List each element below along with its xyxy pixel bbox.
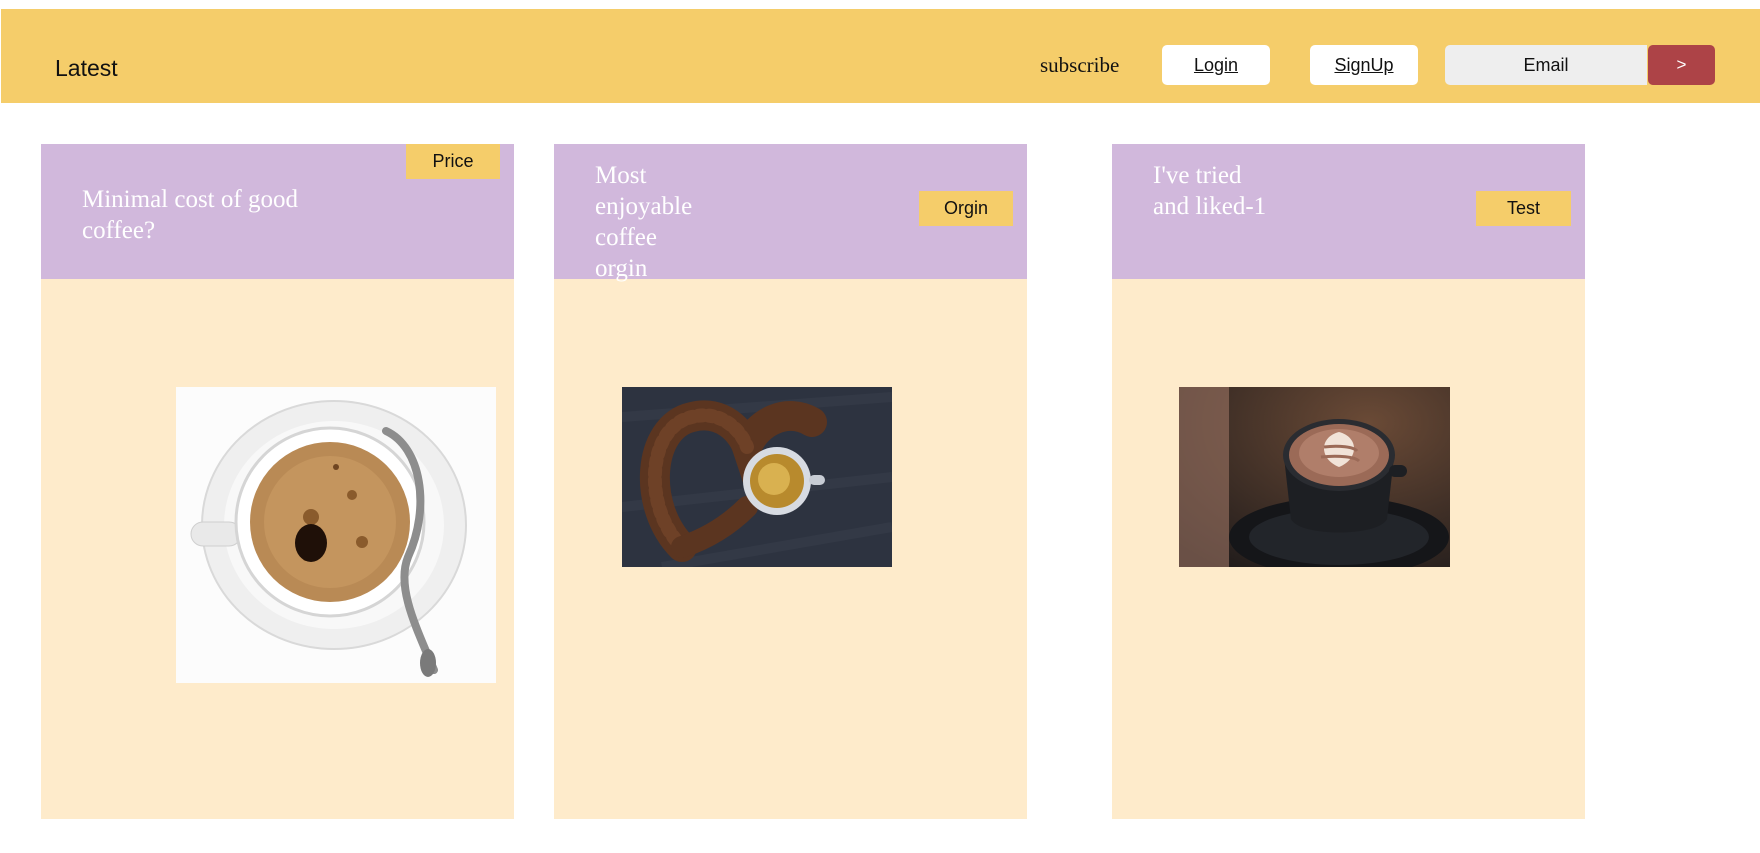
card-header: Minimal cost of good coffee? Price bbox=[41, 144, 514, 279]
tag-orgin[interactable]: Orgin bbox=[919, 191, 1013, 226]
bean-heart-illustration bbox=[622, 387, 892, 567]
card-header: I've tried and liked-1 Test bbox=[1112, 144, 1585, 279]
article-card-test[interactable]: I've tried and liked-1 Test bbox=[1112, 144, 1585, 819]
coffee-cup-illustration bbox=[176, 387, 496, 683]
brand-title[interactable]: Latest bbox=[55, 55, 118, 82]
top-bar: Latest subscribe Login SignUp > bbox=[1, 9, 1760, 103]
card-header: Most enjoyable coffee orgin Orgin bbox=[554, 144, 1027, 282]
tag-test[interactable]: Test bbox=[1476, 191, 1571, 226]
article-card-price[interactable]: Minimal cost of good coffee? Price bbox=[41, 144, 514, 819]
article-card-orgin[interactable]: Most enjoyable coffee orgin Orgin bbox=[554, 144, 1027, 819]
subscribe-submit-button[interactable]: > bbox=[1648, 45, 1715, 85]
coffee-cup-top-view-image[interactable] bbox=[176, 387, 496, 683]
subscribe-label: subscribe bbox=[1040, 53, 1120, 77]
login-button[interactable]: Login bbox=[1162, 45, 1270, 85]
latte-art-image[interactable] bbox=[1179, 387, 1450, 567]
tag-price[interactable]: Price bbox=[406, 144, 500, 179]
card-title[interactable]: I've tried and liked-1 bbox=[1153, 160, 1273, 222]
signup-button[interactable]: SignUp bbox=[1310, 45, 1418, 85]
card-title[interactable]: Most enjoyable coffee orgin bbox=[595, 160, 715, 284]
coffee-bean-heart-image[interactable] bbox=[622, 387, 892, 567]
email-input[interactable] bbox=[1445, 45, 1647, 85]
card-title[interactable]: Minimal cost of good coffee? bbox=[82, 184, 342, 246]
latte-illustration bbox=[1179, 387, 1450, 567]
